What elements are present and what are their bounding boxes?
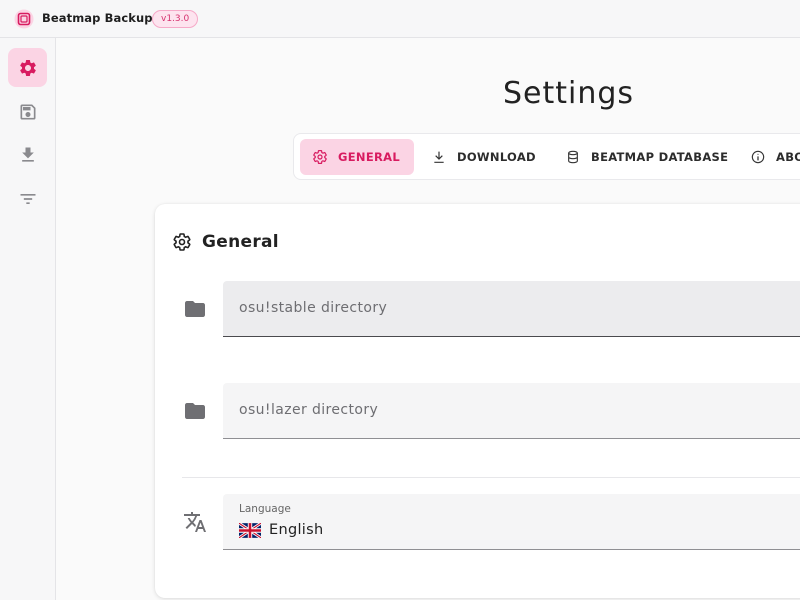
language-select[interactable]: Language English xyxy=(223,494,800,550)
lazer-directory-field[interactable]: osu!lazer directory xyxy=(223,383,800,439)
folder-icon xyxy=(185,403,205,419)
tab-label: ABOUT xyxy=(776,150,800,164)
folder-icon xyxy=(185,301,205,317)
tab-label: BEATMAP DATABASE xyxy=(591,150,729,164)
lazer-directory-placeholder: osu!lazer directory xyxy=(239,402,379,418)
general-settings-card: General osu!stable directory osu!lazer d… xyxy=(155,204,800,598)
stable-directory-placeholder: osu!stable directory xyxy=(239,300,388,316)
tab-about[interactable]: ABOUT xyxy=(738,139,800,175)
info-icon xyxy=(751,150,765,164)
save-icon xyxy=(20,104,35,119)
tab-beatmap-database[interactable]: BEATMAP DATABASE xyxy=(553,139,742,175)
sidebar xyxy=(0,38,56,600)
filter-icon xyxy=(20,193,35,204)
tab-general[interactable]: GENERAL xyxy=(300,139,414,175)
language-label: Language xyxy=(239,503,291,515)
download-icon xyxy=(21,147,34,162)
page-title: Settings xyxy=(503,76,635,111)
translate-icon xyxy=(184,512,206,532)
language-selected-text: English xyxy=(269,522,324,538)
card-title: General xyxy=(202,232,279,252)
uk-flag-icon xyxy=(239,522,261,538)
database-icon xyxy=(568,150,578,164)
sidebar-item-settings[interactable] xyxy=(8,48,47,87)
app-logo-icon xyxy=(14,9,34,29)
title-bar: Beatmap Backup v1.3.0 xyxy=(0,0,800,38)
tab-label: GENERAL xyxy=(338,150,400,164)
language-value: English xyxy=(239,522,323,538)
sidebar-item-backup[interactable] xyxy=(8,92,47,131)
download-icon xyxy=(434,151,444,163)
gear-icon xyxy=(19,59,36,76)
divider xyxy=(182,477,800,478)
card-header: General xyxy=(172,232,279,252)
gear-icon xyxy=(173,233,191,251)
gear-icon xyxy=(313,150,327,164)
app-name: Beatmap Backup xyxy=(42,11,153,25)
tab-download[interactable]: DOWNLOAD xyxy=(419,139,550,175)
sidebar-item-download[interactable] xyxy=(8,135,47,174)
tab-label: DOWNLOAD xyxy=(457,150,536,164)
sidebar-item-filter[interactable] xyxy=(8,179,47,218)
version-badge: v1.3.0 xyxy=(152,10,199,28)
settings-tabs: GENERAL DOWNLOAD BEATMAP DATABASE ABOUT xyxy=(293,133,800,180)
stable-directory-field[interactable]: osu!stable directory xyxy=(223,281,800,337)
